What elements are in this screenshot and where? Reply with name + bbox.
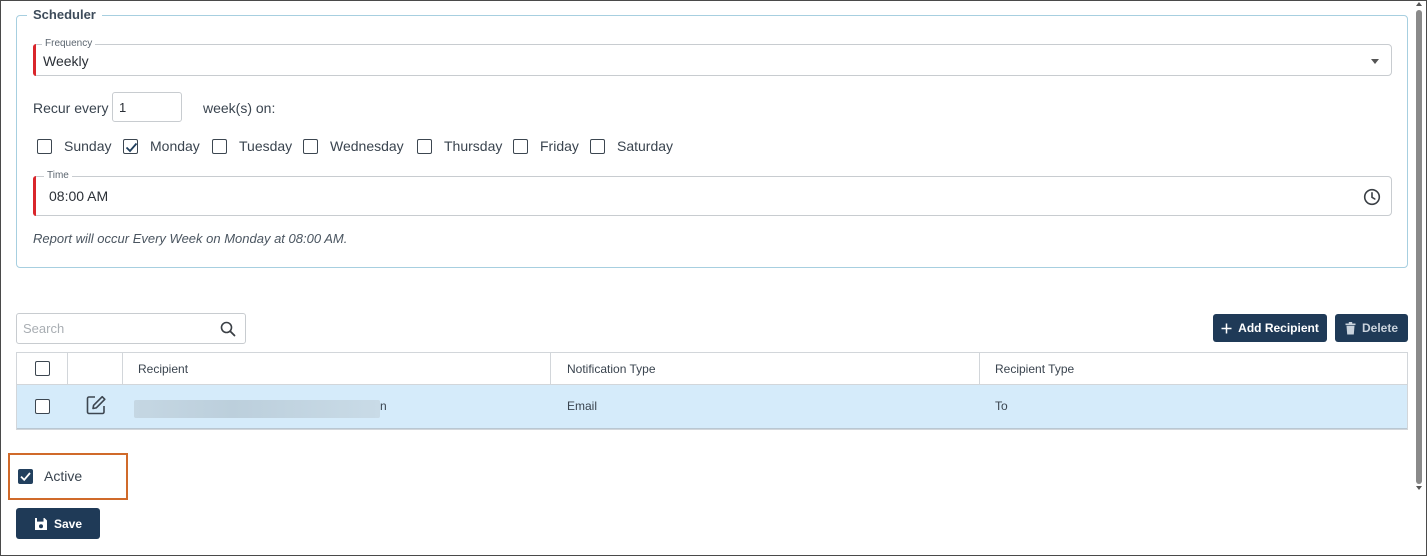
floppy-disk-icon: [34, 517, 47, 530]
active-label: Active: [44, 468, 83, 484]
caret-down-icon[interactable]: [1371, 59, 1379, 64]
sunday-checkbox[interactable]: [37, 138, 52, 154]
redacted-recipient-email: [134, 400, 380, 418]
vertical-scrollbar[interactable]: [1414, 2, 1424, 554]
add-recipient-button[interactable]: Add Recipient: [1213, 314, 1327, 342]
recipient-type-cell: To: [995, 399, 1008, 413]
delete-button[interactable]: Delete: [1335, 314, 1408, 342]
frequency-label: Frequency: [42, 38, 96, 49]
edit-icon[interactable]: [85, 394, 107, 416]
required-indicator: [33, 176, 36, 216]
recipients-table: Recipient Notification Type Recipient Ty…: [16, 352, 1408, 430]
time-field[interactable]: Time 08:00 AM: [33, 170, 1392, 216]
frequency-value: Weekly: [43, 53, 89, 69]
day-thursday[interactable]: Thursday: [417, 136, 502, 156]
schedule-summary: Report will occur Every Week on Monday a…: [33, 231, 348, 246]
delete-label: Delete: [1361, 321, 1399, 335]
day-label: Saturday: [617, 138, 674, 154]
select-all-checkbox[interactable]: [35, 361, 50, 376]
day-label: Tuesday: [239, 138, 293, 154]
scroll-down-arrow-icon[interactable]: [1416, 486, 1422, 490]
required-indicator: [33, 44, 36, 76]
check-icon: [20, 471, 31, 481]
day-saturday[interactable]: Saturday: [590, 136, 673, 156]
time-label: Time: [44, 170, 72, 181]
clock-icon[interactable]: [1363, 188, 1381, 206]
tuesday-checkbox[interactable]: [212, 138, 227, 154]
time-value: 08:00 AM: [49, 188, 109, 204]
column-header-recipient-type[interactable]: Recipient Type: [995, 362, 1074, 376]
plus-icon: [1221, 323, 1232, 333]
day-label: Thursday: [444, 138, 503, 154]
trash-icon: [1345, 321, 1356, 334]
day-label: Friday: [540, 138, 579, 154]
scheduler-title: Scheduler: [27, 7, 102, 22]
recipient-cell: n: [380, 399, 387, 413]
save-label: Save: [53, 516, 83, 531]
day-tuesday[interactable]: Tuesday: [212, 136, 292, 156]
saturday-checkbox[interactable]: [590, 138, 605, 154]
day-friday[interactable]: Friday: [513, 136, 579, 156]
active-toggle[interactable]: Active: [18, 468, 82, 484]
save-button[interactable]: Save: [16, 508, 100, 539]
search-input[interactable]: [17, 314, 207, 343]
scroll-up-arrow-icon[interactable]: [1416, 2, 1422, 6]
thursday-checkbox[interactable]: [417, 138, 432, 154]
monday-checkbox[interactable]: [123, 138, 138, 154]
wednesday-checkbox[interactable]: [303, 138, 318, 154]
table-row[interactable]: n Email To: [17, 385, 1407, 429]
friday-checkbox[interactable]: [513, 138, 528, 154]
column-header-notification-type[interactable]: Notification Type: [567, 362, 656, 376]
day-label: Sunday: [64, 138, 112, 154]
day-label: Monday: [150, 138, 200, 154]
search-icon[interactable]: [220, 321, 236, 337]
add-recipient-label: Add Recipient: [1238, 321, 1319, 335]
table-header: Recipient Notification Type Recipient Ty…: [17, 353, 1407, 385]
scheduler-panel: Scheduler Frequency Weekly Recur every w…: [16, 7, 1408, 268]
active-checkbox[interactable]: [18, 468, 33, 484]
recur-prefix-label: Recur every: [33, 100, 109, 116]
search-box[interactable]: [16, 313, 246, 344]
recur-weeks-input[interactable]: [112, 92, 182, 122]
scroll-thumb[interactable]: [1416, 10, 1422, 484]
recur-suffix-label: week(s) on:: [203, 100, 276, 116]
frequency-select[interactable]: Frequency Weekly: [33, 38, 1392, 76]
day-monday[interactable]: Monday: [123, 136, 200, 156]
day-wednesday[interactable]: Wednesday: [303, 136, 404, 156]
notification-type-cell: Email: [567, 399, 598, 413]
row-checkbox[interactable]: [35, 399, 50, 414]
day-label: Wednesday: [330, 138, 404, 154]
day-sunday[interactable]: Sunday: [37, 136, 111, 156]
column-header-recipient[interactable]: Recipient: [138, 362, 188, 376]
check-icon: [125, 142, 138, 152]
